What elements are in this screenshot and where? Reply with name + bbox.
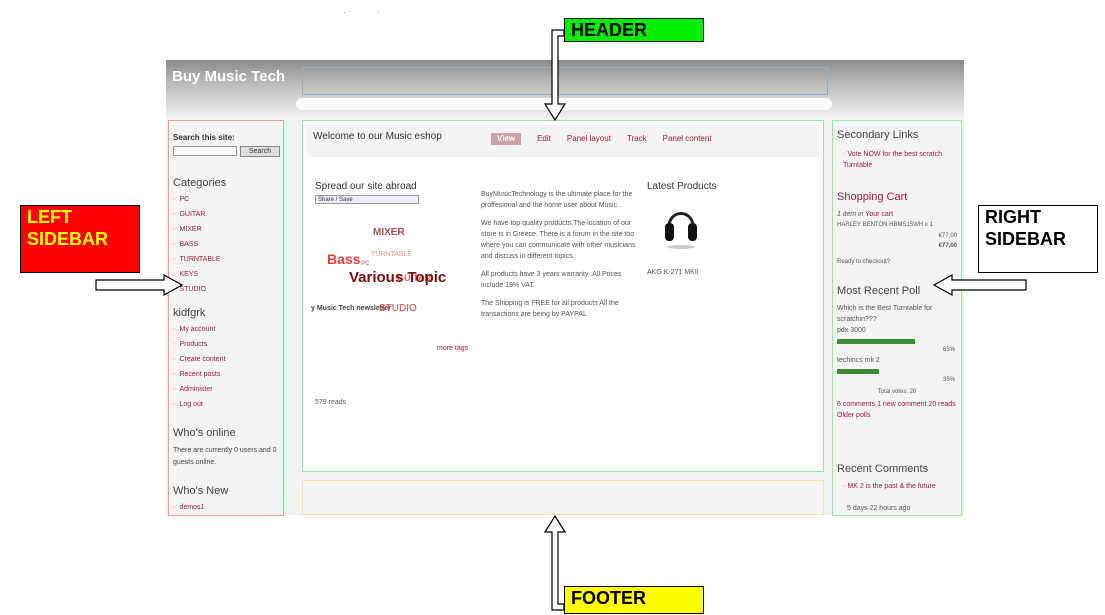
search-input[interactable] (173, 146, 237, 156)
headphones-product-image[interactable] (663, 201, 699, 251)
tab-edit[interactable]: Edit (537, 133, 551, 145)
poll-bar-track (837, 339, 957, 344)
tag-pc[interactable]: PC (361, 261, 369, 267)
recent-comment[interactable]: ◦ MK 2 is the past & the future (837, 481, 959, 492)
poll-option-label: techincs mk 2 (837, 357, 880, 364)
main-content: Welcome to our Music eshop View Edit Pan… (302, 120, 824, 472)
site-title[interactable]: Buy Music Tech (172, 68, 285, 85)
secondary-link[interactable]: ◦ Vote NOW for the best scratch Turntabl… (837, 149, 959, 171)
poll-question: Which is the Best Turntable for scratchi… (837, 305, 933, 323)
paragraph: The Shipping is FREE for all products Al… (481, 300, 619, 318)
header-arrow-icon (543, 29, 567, 122)
search-button[interactable]: Search (240, 146, 280, 157)
list-item[interactable]: ◦ My account (173, 323, 225, 338)
list-item[interactable]: ◦ Administer (173, 383, 225, 398)
whos-new-list: ◦ demos1 (173, 501, 204, 515)
list-item[interactable]: ◦ Log out (173, 398, 225, 413)
tag-bass[interactable]: Bass (327, 251, 360, 267)
body-text: BuyMusicTechnology is the ultimate place… (481, 189, 641, 327)
tab-panel-layout[interactable]: Panel layout (567, 133, 611, 145)
checkout-link[interactable]: Ready to checkout? (837, 257, 959, 268)
secondary-links-title: Secondary Links (837, 129, 919, 141)
list-item[interactable]: ◦ TURNTABLE (173, 253, 221, 268)
poll-title: Most Recent Poll (837, 285, 921, 297)
recent-comments-title: Recent Comments (837, 463, 929, 475)
poll-bar (837, 369, 879, 374)
footer-annotation: FOOTER (564, 586, 704, 614)
list-item[interactable]: ◦ BASS (173, 238, 221, 253)
spread-title: Spread our site abroad (315, 181, 417, 192)
tag-mixer[interactable]: MIXER (373, 227, 405, 238)
latest-products-title: Latest Products (647, 181, 717, 192)
left-sidebar: Search this site: Search Categories ◦ PC … (168, 120, 284, 516)
page-title: Welcome to our Music eshop (313, 131, 442, 142)
search-label: Search this site: (173, 133, 235, 142)
poll-percent: 65% (942, 347, 955, 353)
left-arrow-icon (95, 273, 184, 297)
whos-new-title: Who's New (173, 485, 229, 497)
tab-panel-content[interactable]: Panel content (663, 133, 712, 145)
paragraph: All products have 3 years warranty .All … (481, 271, 622, 289)
list-item[interactable]: ◦ Recent posts (173, 368, 225, 383)
list-item[interactable]: ◦ GUITAR (173, 208, 221, 223)
poll-percent: 35% (942, 377, 955, 383)
paragraph: We have top quality products.The locatio… (481, 220, 636, 260)
cart-total: €77,00 (938, 243, 957, 249)
whos-online-title: Who's online (173, 427, 236, 439)
tag-turntable[interactable]: TURNTABLE (371, 251, 412, 258)
product-name[interactable]: AKG K-271 MKII (647, 269, 699, 276)
top-dots: · · (343, 8, 380, 17)
cart-product: HARLEY BENTON HBMS15WH x 1 (837, 222, 933, 228)
newsletter-link[interactable]: y Music Tech newsletter (311, 305, 391, 312)
header-annotation: HEADER (564, 18, 704, 42)
cart-summary: 1 item in Your cart (837, 211, 894, 218)
paragraph: BuyMusicTechnology is the ultimate place… (481, 191, 633, 209)
tab-track[interactable]: Track (627, 133, 647, 145)
your-cart-link[interactable]: Your cart (865, 211, 893, 218)
list-item[interactable]: ◦ Products (173, 338, 225, 353)
whos-online-text: There are currently 0 users and 0 guests… (173, 447, 277, 466)
user-menu-title: kidfgrk (173, 307, 206, 319)
right-sidebar-annotation: RIGHT SIDEBAR (978, 205, 1098, 273)
list-item[interactable]: ◦ PC (173, 193, 221, 208)
footer-region-outline (302, 480, 824, 515)
reads-count: 579 reads (315, 399, 347, 406)
list-item[interactable]: ◦ MIXER (173, 223, 221, 238)
list-item[interactable]: ◦ demos1 (173, 501, 204, 515)
poll-total-votes: Total votes: 20 (877, 389, 917, 395)
right-sidebar: Secondary Links ◦ Vote NOW for the best … (832, 120, 962, 516)
shopping-cart-title: Shopping Cart (837, 191, 908, 203)
poll-links[interactable]: 6 comments 1 new comment 20 reads Older … (837, 399, 959, 421)
tab-view[interactable]: View (491, 133, 522, 145)
categories-title: Categories (173, 177, 227, 189)
right-arrow-icon (932, 273, 1027, 297)
content-tabs: View Edit Panel layout Track Panel conte… (491, 133, 728, 145)
poll-bar (837, 339, 915, 344)
site-screenshot: Buy Music Tech Search this site: Search … (166, 60, 964, 516)
user-menu-list: ◦ My account ◦ Products ◦ Create content ◦ R… (173, 323, 225, 413)
more-tags-link[interactable]: more tags (437, 345, 468, 352)
footer-arrow-icon (543, 514, 567, 611)
comment-time: 5 days 22 hours ago (847, 505, 911, 512)
left-sidebar-annotation: LEFT SIDEBAR (20, 205, 140, 273)
list-item[interactable]: ◦ Create content (173, 353, 225, 368)
poll-option-label: pdx 3000 (837, 327, 866, 334)
poll-bar-track (837, 369, 957, 374)
tag-various-topic[interactable]: Various Topic (349, 269, 446, 286)
share-button[interactable]: Share / Save (315, 195, 419, 204)
